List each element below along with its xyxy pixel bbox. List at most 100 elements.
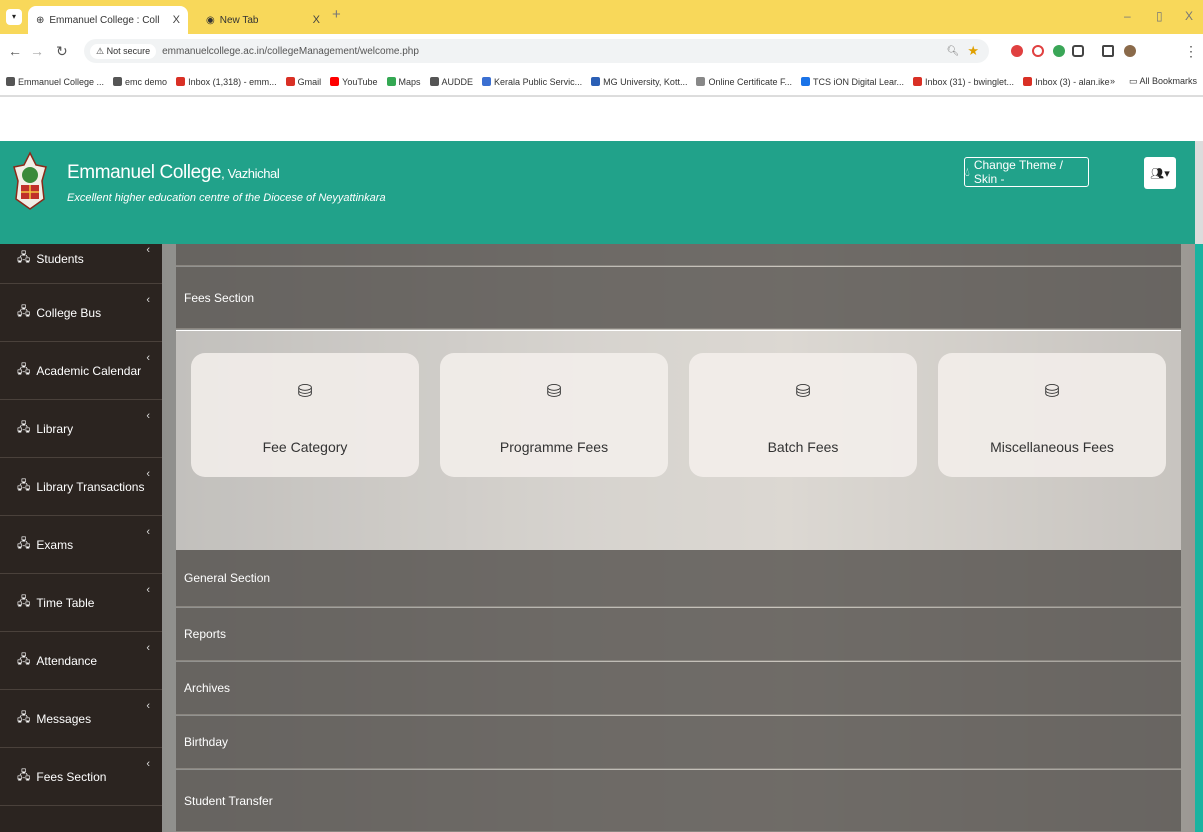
sidebar-item-label: Academic Calendar: [36, 363, 142, 378]
sidebar-item-exams[interactable]: 🖧︎ Exams ‹: [0, 516, 162, 574]
bookmark-item[interactable]: emc demo: [113, 77, 167, 87]
sitemap-icon: 🖧︎: [17, 478, 31, 492]
sidebar-item-label: Library Transactions: [36, 479, 145, 494]
bookmark-favicon-icon: [113, 77, 123, 86]
profile-avatar[interactable]: [1124, 45, 1136, 57]
chevron-left-icon: ‹: [146, 758, 150, 770]
bookmark-item[interactable]: Maps: [386, 77, 421, 87]
restore-button[interactable]: ▯: [1156, 9, 1163, 23]
bookmark-item[interactable]: Emmanuel College ...: [6, 77, 104, 87]
chevron-left-icon: ‹: [146, 410, 150, 422]
sidebar-item-academic-calendar[interactable]: 🖧︎ Academic Calendar ‹: [0, 342, 162, 400]
card-label: Programme Fees: [499, 439, 609, 455]
url-text[interactable]: emmanuelcollege.ac.in/collegeManagement/…: [162, 46, 419, 57]
bookmark-label: YouTube: [342, 76, 378, 87]
sitemap-icon: 🖧︎: [17, 536, 31, 550]
sidebar-item-label: Fees Section: [36, 769, 107, 784]
section-header-student-transfer[interactable]: Student Transfer: [176, 770, 1181, 832]
college-logo[interactable]: [10, 151, 50, 211]
section-title: Reports: [184, 627, 227, 641]
browser-toolbar: ← → ↻ ⚠ Not secure emmanuelcollege.ac.in…: [0, 34, 1203, 68]
bookmark-item[interactable]: Inbox (3) - alan.ikea...: [1023, 77, 1122, 87]
section-header-reports[interactable]: Reports: [176, 608, 1181, 661]
bookmark-star-icon[interactable]: ★: [967, 43, 979, 59]
window-close-button[interactable]: X: [1185, 9, 1193, 23]
new-tab-button[interactable]: +: [332, 6, 341, 23]
all-bookmarks-label: All Bookmarks: [1139, 76, 1197, 86]
sidebar-item-library-transactions[interactable]: 🖧︎ Library Transactions ‹: [0, 458, 162, 516]
college-name: Emmanuel College: [67, 162, 222, 183]
tab-search-button[interactable]: ▾: [6, 9, 22, 25]
fees-section-panel: ⛁ Fee Category ⛁ Programme Fees ⛁ Batch Fee…: [176, 330, 1181, 550]
tab-emmanuel-college[interactable]: ⊕ Emmanuel College : College M X: [28, 6, 188, 34]
chevron-left-icon: ‹: [146, 526, 150, 538]
bookmark-item[interactable]: TCS iON Digital Lear...: [800, 77, 904, 87]
section-title: Fees Section: [184, 290, 255, 305]
section-title: Student Transfer: [184, 793, 273, 808]
sidebar-item-time-table[interactable]: 🖧︎ Time Table ‹: [0, 574, 162, 632]
maps-icon: [386, 77, 396, 86]
sidebar-item-attendance[interactable]: 🖧︎ Attendance ‹: [0, 632, 162, 690]
bookmark-label: Inbox (31) - bwinglet...: [925, 76, 1015, 87]
bookmark-item[interactable]: Inbox (31) - bwinglet...: [913, 77, 1014, 87]
miscellaneous-fees-card[interactable]: ⛁ Miscellaneous Fees: [938, 353, 1166, 477]
bookmark-item[interactable]: MG University, Kott...: [591, 77, 687, 87]
database-icon: ⛁: [297, 381, 313, 401]
security-badge[interactable]: ⚠ Not secure: [90, 43, 157, 59]
programme-fees-card[interactable]: ⛁ Programme Fees: [440, 353, 668, 477]
scrollbar[interactable]: [1195, 244, 1203, 832]
bookmark-item[interactable]: YouTube: [330, 76, 378, 87]
forward-arrow-icon[interactable]: →: [30, 43, 44, 59]
close-tab-icon[interactable]: X: [313, 14, 320, 26]
change-theme-button[interactable]: 💧︎ Change Theme / Skin -: [964, 157, 1089, 187]
tab-new-tab[interactable]: ◉ New Tab X: [198, 6, 328, 34]
all-bookmarks-button[interactable]: » ▭ All Bookmarks: [1109, 76, 1197, 87]
section-header-archives[interactable]: Archives: [176, 662, 1181, 715]
extensions-puzzle-icon[interactable]: [1072, 45, 1084, 57]
bookmark-item[interactable]: Kerala Public Servic...: [482, 77, 582, 87]
college-title[interactable]: Emmanuel College, Vazhichal: [67, 162, 280, 184]
change-theme-label: Change Theme / Skin -: [973, 158, 1063, 186]
fee-category-card[interactable]: ⛁ Fee Category: [191, 353, 419, 477]
chevron-left-icon: ‹: [146, 294, 150, 306]
sidebar-item-college-bus[interactable]: 🖧︎ College Bus ‹: [0, 284, 162, 342]
zoom-icon[interactable]: 🔍︎: [947, 46, 960, 57]
close-tab-icon[interactable]: X: [173, 14, 180, 26]
bookmark-item[interactable]: Gmail: [285, 77, 321, 87]
sidebar-item-library[interactable]: 🖧︎ Library ‹: [0, 400, 162, 458]
bookmarks-bar: Emmanuel College ... emc demo Inbox (1,3…: [0, 68, 1203, 96]
section-header-general[interactable]: General Section: [176, 550, 1181, 607]
extension-icon[interactable]: [1032, 45, 1044, 57]
reload-icon[interactable]: ↻: [56, 43, 68, 60]
bookmark-item[interactable]: Online Certificate F...: [696, 77, 792, 87]
section-header-partial[interactable]: [176, 244, 1181, 266]
section-header-fees[interactable]: Fees Section: [176, 267, 1181, 329]
sitemap-icon: 🖧︎: [17, 652, 31, 666]
browser-menu-icon[interactable]: ⋮: [1184, 43, 1198, 60]
sidebar-item-messages[interactable]: 🖧︎ Messages ‹: [0, 690, 162, 748]
bookmark-item[interactable]: AUDDE: [429, 77, 473, 87]
sidebar-item-label: College Bus: [36, 305, 102, 320]
gmail-icon: [1023, 77, 1033, 86]
chevron-left-icon: ‹: [146, 642, 150, 654]
minimize-button[interactable]: –: [1124, 9, 1131, 23]
side-panel-icon[interactable]: [1102, 45, 1114, 57]
droplet-icon: 💧︎: [965, 164, 970, 179]
sidebar-item-label: Messages: [36, 711, 92, 726]
batch-fees-card[interactable]: ⛁ Batch Fees: [689, 353, 917, 477]
user-menu-button[interactable]: 👥︎ ▾: [1144, 157, 1176, 189]
extension-icon[interactable]: [1053, 45, 1065, 57]
sidebar-item-students[interactable]: 🖧︎ Students ‹: [0, 234, 162, 284]
sidebar-item-fees-section[interactable]: 🖧︎ Fees Section ‹: [0, 748, 162, 806]
sidebar: 🖧︎ Students ‹ 🖧︎ College Bus ‹ 🖧︎ Academic Ca…: [0, 244, 162, 832]
chevron-left-icon: ‹: [146, 352, 150, 364]
bookmark-favicon-icon: [696, 77, 706, 86]
bookmarks-more[interactable]: »: [1110, 76, 1115, 86]
back-arrow-icon[interactable]: ←: [8, 43, 22, 59]
bookmark-label: MG University, Kott...: [603, 76, 688, 87]
address-bar[interactable]: ⚠ Not secure emmanuelcollege.ac.in/colle…: [84, 39, 989, 63]
extension-icon[interactable]: [1011, 45, 1023, 57]
warning-icon: ⚠: [96, 45, 107, 56]
section-header-birthday[interactable]: Birthday: [176, 716, 1181, 769]
bookmark-item[interactable]: Inbox (1,318) - emm...: [176, 77, 277, 87]
